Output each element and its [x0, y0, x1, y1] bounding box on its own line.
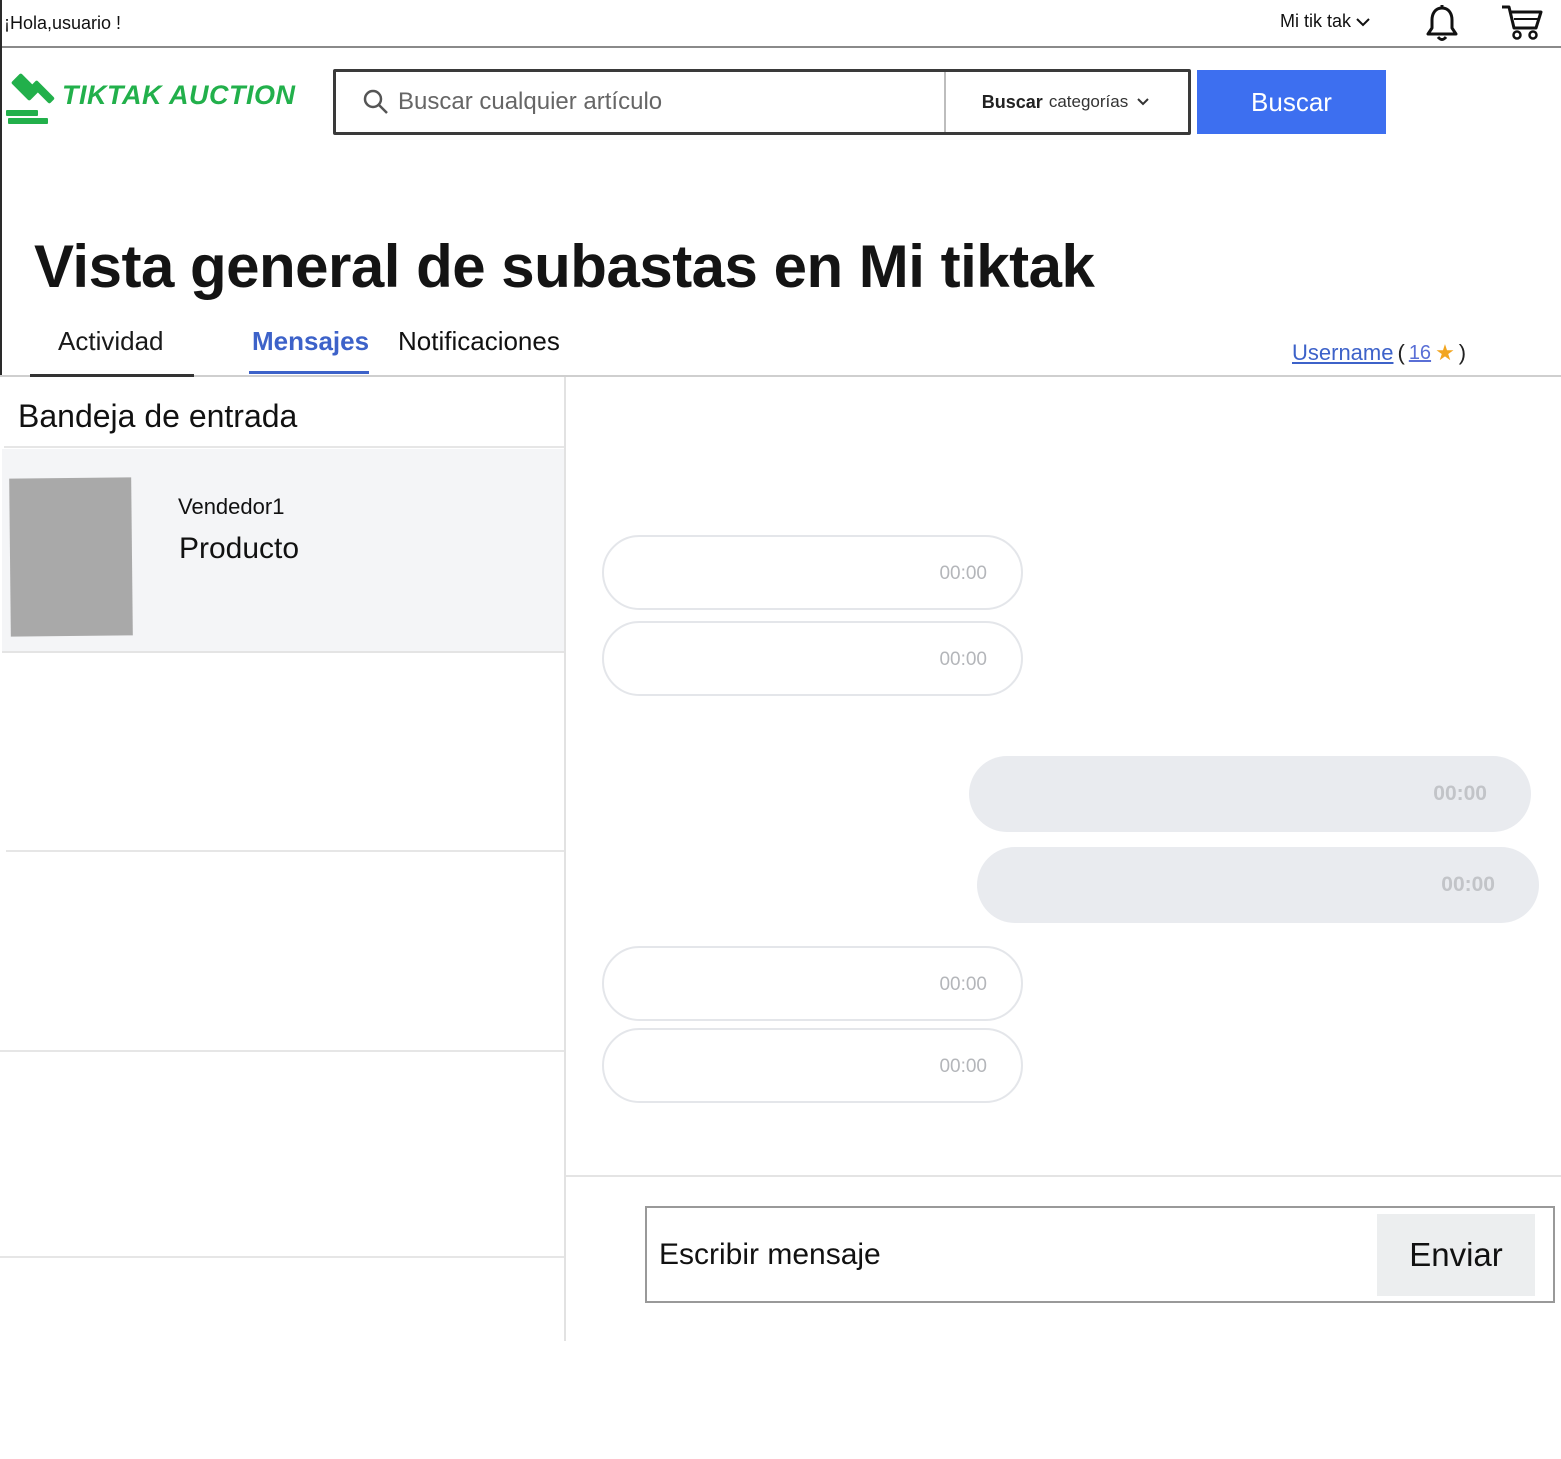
message-time: 00:00: [939, 974, 987, 995]
message-bubble-received: 00:00: [602, 621, 1023, 696]
chevron-down-icon: [1137, 98, 1149, 106]
brand-logo[interactable]: TIKTAK AUCTION: [4, 66, 295, 124]
message-time: 00:00: [939, 563, 987, 584]
message-bubble-received: 00:00: [602, 1028, 1023, 1103]
rating-close-paren: ): [1458, 340, 1467, 365]
message-time: 00:00: [1441, 873, 1495, 896]
tab-notificaciones[interactable]: Notificaciones: [398, 326, 560, 357]
inbox-divider: [4, 446, 564, 448]
rating-count[interactable]: 16: [1409, 342, 1431, 365]
search-bar: Buscar categorías: [333, 69, 1191, 135]
category-select[interactable]: Buscar categorías: [944, 72, 1188, 132]
username-link[interactable]: Username: [1292, 340, 1393, 366]
search-button[interactable]: Buscar: [1197, 70, 1386, 134]
message-bubble-sent: 00:00: [977, 847, 1539, 923]
product-name: Producto: [179, 532, 300, 565]
chevron-down-icon: [1356, 17, 1370, 26]
inbox-title: Bandeja de entrada: [18, 398, 298, 434]
left-border: [0, 0, 2, 376]
star-icon: ★: [1435, 340, 1455, 365]
category-select-label: Buscar: [981, 91, 1043, 112]
my-tiktak-label: Mi tik tak: [1280, 11, 1352, 31]
brand-name: TIKTAK AUCTION: [62, 79, 296, 110]
tab-mensajes[interactable]: Mensajes: [252, 326, 369, 357]
conversation-separator: [0, 1256, 564, 1258]
rating-open-paren: (: [1397, 340, 1405, 365]
search-input[interactable]: [396, 72, 944, 132]
message-input[interactable]: [657, 1226, 1361, 1284]
gavel-icon: [6, 73, 55, 124]
conversation-separator: [0, 1050, 564, 1052]
category-select-sublabel: categorías: [1048, 92, 1129, 111]
search-icon: [363, 89, 388, 114]
message-time: 00:00: [939, 1056, 987, 1077]
message-bubble-sent: 00:00: [969, 756, 1531, 832]
cart-icon[interactable]: [1500, 2, 1544, 42]
my-tiktak-menu[interactable]: Mi tik tak: [1280, 11, 1371, 32]
page-title: Vista general de subastas en Mi tiktak: [34, 233, 1095, 300]
active-tab-underline: [249, 371, 369, 374]
message-bubble-received: 00:00: [602, 535, 1023, 610]
chat-divider: [566, 1175, 1561, 1177]
bell-icon[interactable]: [1424, 4, 1460, 42]
seller-name: Vendedor1: [178, 494, 285, 519]
user-rating: Username ( 16 ★ ): [1292, 340, 1466, 366]
message-time: 00:00: [939, 649, 987, 670]
greeting-text: ¡Hola,usuario !: [4, 13, 122, 33]
conversation-separator: [6, 850, 564, 852]
tab-actividad[interactable]: Actividad: [58, 326, 164, 357]
product-thumbnail: [9, 477, 133, 637]
message-bubble-received: 00:00: [602, 946, 1023, 1021]
message-time: 00:00: [1433, 782, 1487, 805]
send-button[interactable]: Enviar: [1377, 1214, 1535, 1296]
